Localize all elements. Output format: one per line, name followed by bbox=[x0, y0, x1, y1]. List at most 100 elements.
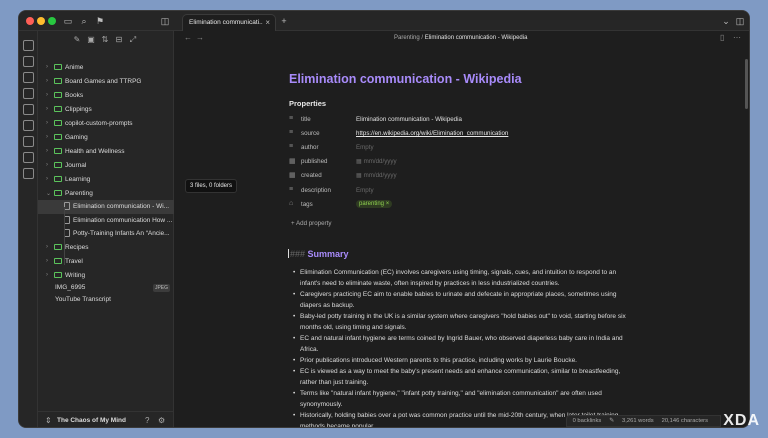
summary-bullet[interactable]: Terms like "natural infant hygiene," "in… bbox=[293, 388, 628, 410]
folder-icon[interactable]: ▭ bbox=[62, 15, 74, 27]
property-key[interactable]: title bbox=[301, 116, 311, 123]
property-value[interactable]: https://en.wikipedia.org/wiki/Eliminatio… bbox=[356, 130, 508, 137]
breadcrumb-current[interactable]: Elimination communication - Wikipedia bbox=[425, 35, 528, 41]
folder-item[interactable]: › Learning bbox=[38, 173, 174, 187]
property-key[interactable]: created bbox=[301, 172, 322, 179]
database-icon[interactable] bbox=[23, 168, 34, 179]
graph-icon[interactable] bbox=[23, 56, 34, 67]
sort-icon[interactable]: ⇅ bbox=[100, 35, 110, 45]
forward-arrow-icon[interactable]: → bbox=[196, 33, 204, 42]
chevron-right-icon[interactable]: › bbox=[46, 272, 48, 278]
zoom-window-button[interactable] bbox=[48, 17, 56, 25]
folder-item[interactable]: › Clippings bbox=[38, 103, 174, 117]
property-key[interactable]: published bbox=[301, 158, 328, 165]
property-key[interactable]: description bbox=[301, 187, 331, 194]
new-note-icon[interactable]: ✎ bbox=[72, 35, 82, 45]
chevron-right-icon[interactable]: › bbox=[46, 176, 48, 182]
folder-item[interactable]: › Anime bbox=[38, 61, 174, 75]
folder-item[interactable]: › Health and Wellness bbox=[38, 145, 174, 159]
minimize-window-button[interactable] bbox=[37, 17, 45, 25]
chevron-right-icon[interactable]: › bbox=[46, 120, 48, 126]
property-published[interactable]: ▦ published ▦ mm/dd/yyyy bbox=[289, 157, 619, 169]
chevron-right-icon[interactable]: › bbox=[46, 162, 48, 168]
tab-active[interactable]: Elimination communicati... × bbox=[182, 14, 276, 31]
summary-bullet[interactable]: EC is viewed as a way to meet the baby's… bbox=[293, 366, 628, 388]
chevron-right-icon[interactable]: › bbox=[46, 258, 48, 264]
property-value[interactable]: Empty bbox=[356, 144, 374, 151]
new-folder-icon[interactable]: ▣ bbox=[86, 35, 96, 45]
add-property-button[interactable]: + Add property bbox=[291, 220, 331, 227]
new-tab-icon[interactable]: + bbox=[278, 15, 290, 27]
file-item[interactable]: Potty-Training Infants An “Ancie... bbox=[38, 227, 174, 241]
file-icon[interactable] bbox=[23, 40, 34, 51]
property-key[interactable]: tags bbox=[301, 201, 313, 208]
bookmark-icon[interactable]: ⚑ bbox=[94, 15, 106, 27]
chevron-right-icon[interactable]: › bbox=[46, 92, 48, 98]
folder-item[interactable]: › Gaming bbox=[38, 131, 174, 145]
file-item[interactable]: Elimination communication How ... bbox=[38, 214, 174, 228]
pencil-icon[interactable]: ✎ bbox=[609, 416, 614, 427]
property-created[interactable]: ▦ created ▦ mm/dd/yyyy bbox=[289, 171, 619, 183]
note-title[interactable]: Elimination communication - Wikipedia bbox=[289, 72, 522, 86]
close-icon[interactable]: × bbox=[265, 18, 270, 27]
property-source[interactable]: ≡ source https://en.wikipedia.org/wiki/Eli… bbox=[289, 129, 619, 141]
copy-icon[interactable] bbox=[23, 104, 34, 115]
back-arrow-icon[interactable]: ← bbox=[184, 33, 192, 42]
expand-icon[interactable]: ⤢ bbox=[128, 35, 138, 45]
folder-item[interactable]: › Books bbox=[38, 89, 174, 103]
close-window-button[interactable] bbox=[26, 17, 34, 25]
summary-bullet[interactable]: Elimination Communication (EC) involves … bbox=[293, 267, 628, 289]
property-title[interactable]: ≡ title Elimination communication - Wikipe… bbox=[289, 115, 619, 127]
template-icon[interactable] bbox=[23, 152, 34, 163]
summary-bullet[interactable]: Caregivers practicing EC aim to enable b… bbox=[293, 289, 628, 311]
folder-item[interactable]: › Board Games and TTRPG bbox=[38, 75, 174, 89]
reading-view-icon[interactable]: ▯ bbox=[720, 33, 724, 42]
right-sidebar-toggle-icon[interactable]: ◫ bbox=[734, 15, 746, 27]
tag-pill[interactable]: parenting × bbox=[356, 200, 393, 208]
calendar-icon[interactable] bbox=[23, 88, 34, 99]
summary-bullet[interactable]: EC and natural infant hygiene are terms … bbox=[293, 333, 628, 355]
section-heading[interactable]: ### Summary bbox=[288, 249, 349, 259]
folder-item[interactable]: › Travel bbox=[38, 255, 174, 269]
help-icon[interactable]: ? bbox=[145, 416, 149, 425]
gear-icon[interactable]: ⚙ bbox=[158, 416, 165, 425]
property-description[interactable]: ≡ description Empty bbox=[289, 186, 619, 198]
breadcrumb-parent[interactable]: Parenting bbox=[394, 35, 420, 41]
chevron-right-icon[interactable]: › bbox=[46, 106, 48, 112]
vault-name[interactable]: The Chaos of My Mind bbox=[57, 417, 126, 424]
collapse-icon[interactable]: ⊟ bbox=[114, 35, 124, 45]
file-item[interactable]: YouTube Transcript bbox=[38, 293, 174, 307]
search-icon[interactable]: ⌕ bbox=[78, 15, 90, 27]
property-value[interactable]: ▦ mm/dd/yyyy bbox=[356, 158, 397, 165]
property-value[interactable]: Elimination communication - Wikipedia bbox=[356, 116, 462, 123]
chevron-right-icon[interactable]: › bbox=[46, 244, 48, 250]
property-key[interactable]: source bbox=[301, 130, 320, 137]
chevron-down-icon[interactable]: ⌄ bbox=[720, 15, 732, 27]
folder-item[interactable]: › Journal bbox=[38, 159, 174, 173]
vault-switcher[interactable]: ⇕ The Chaos of My Mind ? ⚙ bbox=[38, 411, 174, 427]
summary-bullet[interactable]: Baby-led potty training in the UK is a s… bbox=[293, 311, 628, 333]
terminal-icon[interactable] bbox=[23, 120, 34, 131]
chevron-right-icon[interactable]: › bbox=[46, 64, 48, 70]
backlinks-count[interactable]: 0 backlinks bbox=[573, 416, 602, 427]
chevron-right-icon[interactable]: › bbox=[46, 78, 48, 84]
property-value[interactable]: Empty bbox=[356, 187, 374, 194]
property-tags[interactable]: ⌂ tags parenting × bbox=[289, 200, 619, 212]
property-author[interactable]: ≡ author Empty bbox=[289, 143, 619, 155]
property-value[interactable]: ▦ mm/dd/yyyy bbox=[356, 172, 397, 179]
summary-bullet[interactable]: Prior publications introduced Western pa… bbox=[293, 355, 628, 366]
folder-item[interactable]: › copilot-custom-prompts bbox=[38, 117, 174, 131]
remove-tag-icon[interactable]: × bbox=[384, 201, 390, 207]
chevron-right-icon[interactable]: › bbox=[46, 134, 48, 140]
folder-item[interactable]: › Recipes bbox=[38, 241, 174, 255]
canvas-icon[interactable] bbox=[23, 72, 34, 83]
file-item[interactable]: Elimination communication - Wi... bbox=[38, 200, 174, 214]
chevron-down-icon[interactable]: ⌄ bbox=[46, 190, 51, 197]
chevron-right-icon[interactable]: › bbox=[46, 148, 48, 154]
property-key[interactable]: author bbox=[301, 144, 319, 151]
chat-icon[interactable] bbox=[23, 136, 34, 147]
folder-item[interactable]: ⌄ Parenting bbox=[38, 187, 174, 201]
scrollbar[interactable] bbox=[745, 59, 748, 109]
more-options-icon[interactable]: ⋯ bbox=[733, 33, 741, 42]
chevron-updown-icon[interactable]: ⇕ bbox=[45, 416, 52, 425]
